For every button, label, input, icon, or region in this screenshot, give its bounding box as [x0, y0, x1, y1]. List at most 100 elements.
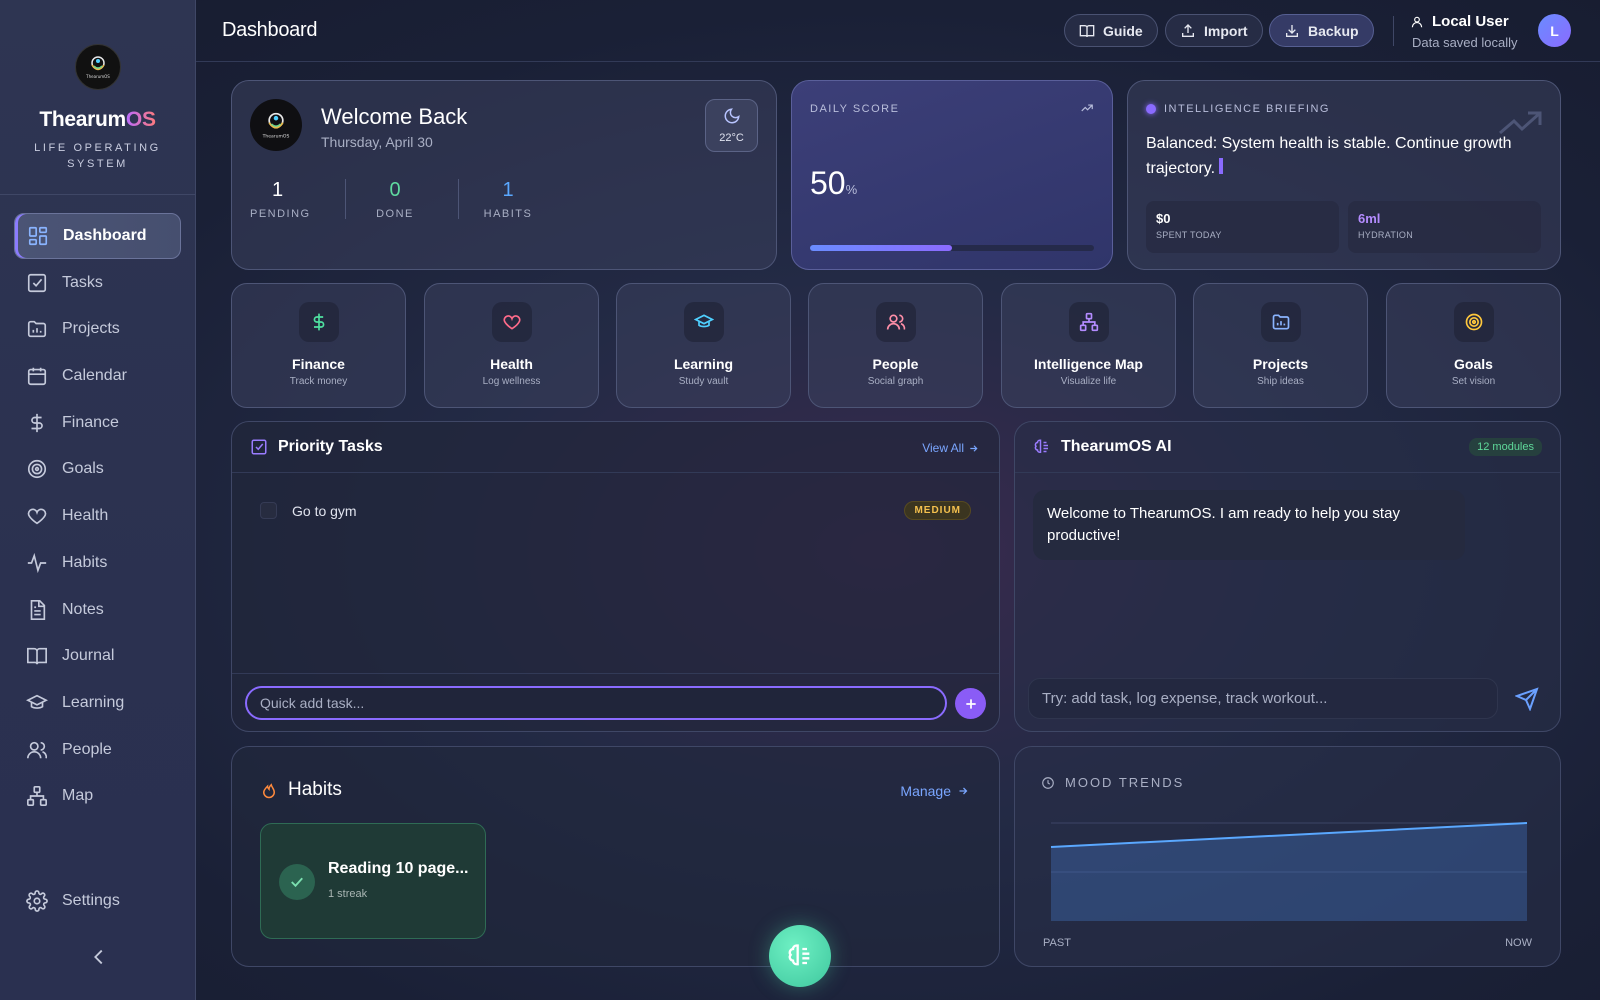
- backup-button[interactable]: Backup: [1269, 14, 1374, 47]
- sidebar-item-learning[interactable]: Learning: [14, 680, 181, 726]
- module-icon-wrap: [1453, 302, 1494, 342]
- chevron-left-icon[interactable]: [88, 946, 110, 968]
- weather-widget[interactable]: 22°C: [705, 99, 758, 152]
- intelligence-briefing-card: INTELLIGENCE BRIEFING Balanced: System h…: [1127, 80, 1561, 270]
- welcome-title: Welcome Back: [321, 104, 468, 129]
- activity-icon: [27, 552, 47, 573]
- upload-icon: [1182, 23, 1194, 37]
- import-button[interactable]: Import: [1165, 14, 1263, 47]
- sidebar-item-label: Calendar: [62, 367, 127, 385]
- book-icon: [1079, 24, 1095, 37]
- intelligence-message: Balanced: System health is stable. Conti…: [1146, 135, 1512, 177]
- stat-label: PENDING: [250, 208, 311, 220]
- sidebar-item-map[interactable]: Map: [14, 773, 181, 819]
- axis-label-now: NOW: [1505, 937, 1532, 949]
- people-icon: [27, 741, 48, 758]
- module-title: Intelligence Map: [1034, 356, 1143, 372]
- stat-value: 1: [502, 179, 514, 201]
- send-icon[interactable]: [1515, 687, 1539, 711]
- divider: [1015, 472, 1560, 473]
- manage-habits-link[interactable]: Manage: [900, 783, 969, 799]
- habits-panel: Habits Manage Reading 10 page... 1 strea…: [231, 746, 1000, 967]
- sidebar-item-label: Goals: [62, 460, 104, 478]
- network-icon: [27, 786, 47, 807]
- ai-header: ThearumOS AI: [1033, 438, 1172, 456]
- daily-score-value: 50%: [810, 165, 858, 201]
- network-icon: [1079, 312, 1098, 332]
- app-logo[interactable]: ThearumOS: [74, 44, 121, 90]
- mood-trends-panel: MOOD TRENDS PAST NOW: [1014, 746, 1561, 967]
- ai-message-bubble: Welcome to ThearumOS. I am ready to help…: [1033, 490, 1465, 560]
- module-title: Projects: [1252, 356, 1309, 372]
- module-icon-wrap: [875, 302, 916, 342]
- task-checkbox[interactable]: [260, 502, 277, 519]
- view-all-link[interactable]: View All: [922, 441, 979, 455]
- module-finance[interactable]: Finance Track money: [231, 283, 406, 408]
- brain-icon: [1034, 439, 1048, 453]
- module-intelligence-map[interactable]: Intelligence Map Visualize life: [1001, 283, 1176, 408]
- sidebar-item-tasks[interactable]: Tasks: [14, 260, 181, 306]
- module-projects[interactable]: Projects Ship ideas: [1193, 283, 1368, 408]
- sidebar-item-settings[interactable]: Settings: [14, 878, 181, 924]
- sidebar-item-notes[interactable]: Notes: [14, 587, 181, 633]
- brand-tagline: LIFE OPERATING SYSTEM: [34, 142, 161, 170]
- sidebar-item-finance[interactable]: Finance: [14, 400, 181, 446]
- people-icon: [886, 314, 905, 330]
- hydration-label: HYDRATION: [1358, 230, 1414, 240]
- sidebar-item-journal[interactable]: Journal: [14, 633, 181, 679]
- heart-icon: [27, 508, 47, 525]
- sidebar-item-label: Tasks: [62, 273, 103, 291]
- sidebar-item-people[interactable]: People: [14, 727, 181, 773]
- ai-command-input[interactable]: [1028, 678, 1498, 719]
- sidebar-item-goals[interactable]: Goals: [14, 446, 181, 492]
- module-title: Finance: [292, 356, 345, 372]
- brain-icon: [788, 944, 810, 966]
- ai-assistant-panel: ThearumOS AI 12 modules Welcome to Thear…: [1014, 421, 1561, 732]
- sidebar-item-habits[interactable]: Habits: [14, 540, 181, 586]
- habit-complete-toggle[interactable]: [279, 864, 315, 900]
- module-subtitle: Log wellness: [482, 376, 541, 387]
- svg-text:ThearumOS: ThearumOS: [262, 133, 290, 139]
- module-goals[interactable]: Goals Set vision: [1386, 283, 1561, 408]
- habits-header: Habits: [260, 779, 342, 801]
- target-icon: [1465, 313, 1482, 331]
- sidebar-item-health[interactable]: Health: [14, 493, 181, 539]
- guide-button[interactable]: Guide: [1064, 14, 1158, 47]
- sidebar-item-label: Journal: [62, 647, 115, 665]
- habits-title: Habits: [288, 779, 342, 800]
- sidebar-item-label: Dashboard: [63, 227, 147, 244]
- heart-icon: [502, 315, 521, 330]
- add-task-button[interactable]: [955, 688, 986, 719]
- module-learning[interactable]: Learning Study vault: [616, 283, 791, 408]
- sidebar-item-projects[interactable]: Projects: [14, 306, 181, 352]
- user-icon: [1411, 16, 1423, 27]
- quick-add-task-input[interactable]: [245, 686, 947, 720]
- dollar-icon: [31, 413, 43, 432]
- stat-done: 0 DONE: [370, 179, 420, 220]
- download-icon: [1286, 24, 1298, 37]
- module-people[interactable]: People Social graph: [808, 283, 983, 408]
- flame-icon: [262, 783, 276, 799]
- daily-score-card[interactable]: DAILY SCORE 50%: [791, 80, 1113, 270]
- task-row[interactable]: Go to gym MEDIUM: [260, 501, 971, 520]
- priority-tasks-title: Priority Tasks: [278, 438, 383, 455]
- stat-habits: 1 HABITS: [483, 179, 533, 220]
- welcome-card: ThearumOS Welcome Back Thursday, April 3…: [231, 80, 777, 270]
- notes-icon: [30, 599, 46, 620]
- sidebar-item-dashboard[interactable]: Dashboard: [14, 213, 181, 259]
- module-icon-wrap: [683, 302, 724, 342]
- module-health[interactable]: Health Log wellness: [424, 283, 599, 408]
- priority-tasks-panel: Priority Tasks View All Go to gym MEDIUM: [231, 421, 1000, 732]
- avatar[interactable]: L: [1538, 14, 1571, 47]
- sidebar-item-calendar[interactable]: Calendar: [14, 353, 181, 399]
- sidebar-item-label: Health: [62, 507, 109, 525]
- habit-card[interactable]: Reading 10 page... 1 streak: [260, 823, 486, 939]
- module-subtitle: Track money: [289, 376, 348, 387]
- user-name: Local User: [1410, 13, 1518, 30]
- sidebar-item-label: Projects: [62, 320, 120, 338]
- user-info[interactable]: Local User Data saved locally: [1410, 13, 1518, 50]
- logo-area: ThearumOS ThearumOS LIFE OPERATING SYSTE…: [0, 0, 195, 195]
- ai-assistant-fab[interactable]: [769, 925, 831, 987]
- priority-badge: MEDIUM: [904, 501, 971, 520]
- import-label: Import: [1204, 22, 1248, 39]
